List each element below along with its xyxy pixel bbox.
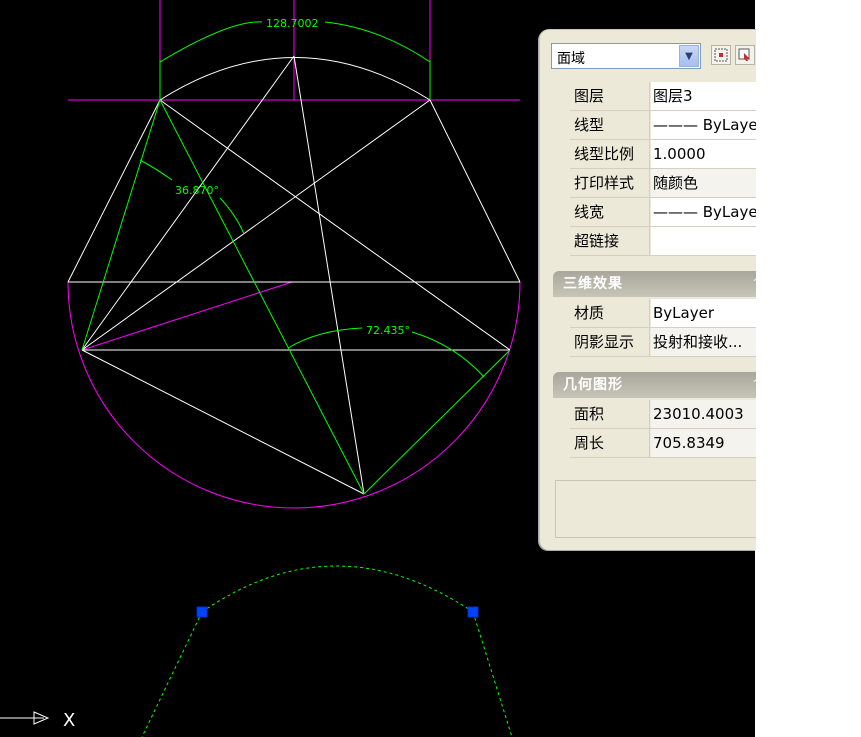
prop-label: 线宽 — [570, 198, 650, 226]
collapse-chevron-icon[interactable]: ⌃ — [752, 271, 756, 297]
edge-left — [67, 99, 161, 283]
ucs-icon — [0, 711, 50, 725]
selected-arc — [201, 565, 474, 613]
white-geometry — [67, 55, 521, 495]
prop-row-perimeter[interactable]: 周长 705.8349 — [570, 429, 756, 458]
prop-value[interactable]: 23010.4003 — [651, 400, 756, 428]
prop-value[interactable]: 1.0000 — [651, 140, 756, 168]
prop-label: 面积 — [570, 400, 650, 428]
green-line-right — [363, 349, 511, 495]
object-type-dropdown[interactable]: 面域 ▼ — [551, 43, 701, 69]
object-type-value: 面域 — [557, 51, 585, 67]
prop-value[interactable]: ——— ByLayer — [651, 198, 756, 226]
prop-value[interactable]: ByLayer — [651, 299, 756, 327]
prop-row-material[interactable]: 材质 ByLayer — [570, 299, 756, 328]
dim-text-left-angle: 36.870° — [175, 184, 219, 197]
prop-value[interactable]: 图层3 — [651, 82, 756, 110]
prop-row-plot-style[interactable]: 打印样式 随颜色 — [570, 169, 756, 198]
green-dimensions — [81, 21, 511, 495]
prop-row-area[interactable]: 面积 23010.4003 — [570, 400, 756, 429]
grip-right[interactable] — [467, 606, 479, 618]
collapse-chevron-icon[interactable]: ⌃ — [752, 372, 756, 398]
prop-row-hyperlink[interactable]: 超链接 — [570, 227, 756, 256]
prop-row-lineweight[interactable]: 线宽 ——— ByLayer — [570, 198, 756, 227]
selected-edge-right — [472, 611, 513, 737]
grip-left[interactable] — [196, 606, 208, 618]
prop-label: 打印样式 — [570, 169, 650, 197]
prop-row-linetype-scale[interactable]: 线型比例 1.0000 — [570, 140, 756, 169]
dropdown-arrow-icon[interactable]: ▼ — [679, 45, 699, 67]
section-title: 几何图形 — [563, 377, 623, 393]
angle-arc-bottom-a — [287, 327, 363, 349]
prop-label: 线型 — [570, 111, 650, 139]
dim-text-bottom-angle: 72.435° — [366, 324, 410, 337]
dim-text-top: 128.7002 — [266, 17, 319, 30]
green-line-long — [159, 99, 365, 495]
prop-value[interactable]: 投射和接收... — [651, 328, 756, 356]
section-title: 三维效果 — [563, 276, 623, 292]
angle-arc-bottom-b — [411, 331, 485, 378]
prop-value[interactable]: 705.8349 — [651, 429, 756, 457]
selected-region[interactable] — [141, 565, 513, 737]
quick-select-icon[interactable] — [711, 45, 731, 65]
prop-label: 阴影显示 — [570, 328, 650, 356]
prop-label: 周长 — [570, 429, 650, 457]
prop-value[interactable]: 随颜色 — [651, 169, 756, 197]
angle-arc-left-b — [219, 197, 245, 235]
section-header-3d-effects[interactable]: 三维效果 ⌃ — [553, 271, 756, 297]
description-area — [555, 480, 756, 538]
diag-c — [81, 99, 431, 351]
diag-b — [293, 55, 365, 495]
prop-row-shadow[interactable]: 阴影显示 投射和接收... — [570, 328, 756, 357]
dim-arc-top-right — [324, 21, 431, 63]
edge-right — [429, 99, 521, 283]
dim-arc-top-left — [159, 21, 263, 63]
prop-row-layer[interactable]: 图层 图层3 — [570, 82, 756, 111]
magenta-construction — [67, 0, 521, 509]
prop-value[interactable] — [651, 227, 756, 255]
section-header-geometry[interactable]: 几何图形 ⌃ — [553, 372, 756, 398]
prop-label: 超链接 — [570, 227, 650, 255]
prop-label: 材质 — [570, 299, 650, 327]
prop-row-linetype[interactable]: 线型 ——— ByLayer — [570, 111, 756, 140]
prop-label: 线型比例 — [570, 140, 650, 168]
select-objects-icon[interactable] — [735, 45, 755, 65]
prop-value[interactable]: ——— ByLayer — [651, 111, 756, 139]
magenta-diagonal — [81, 281, 293, 351]
angle-arc-left-a — [139, 159, 173, 181]
diag-e — [81, 349, 365, 495]
prop-label: 图层 — [570, 82, 650, 110]
green-line-left — [81, 99, 161, 351]
ucs-x-label: X — [63, 710, 75, 731]
magenta-arc-bottom — [67, 281, 521, 509]
properties-palette: 面域 ▼ 图层 图层3 线型 ——— ByLayer 线型比例 1.0000 打… — [539, 29, 756, 550]
selected-edge-left — [141, 611, 203, 737]
